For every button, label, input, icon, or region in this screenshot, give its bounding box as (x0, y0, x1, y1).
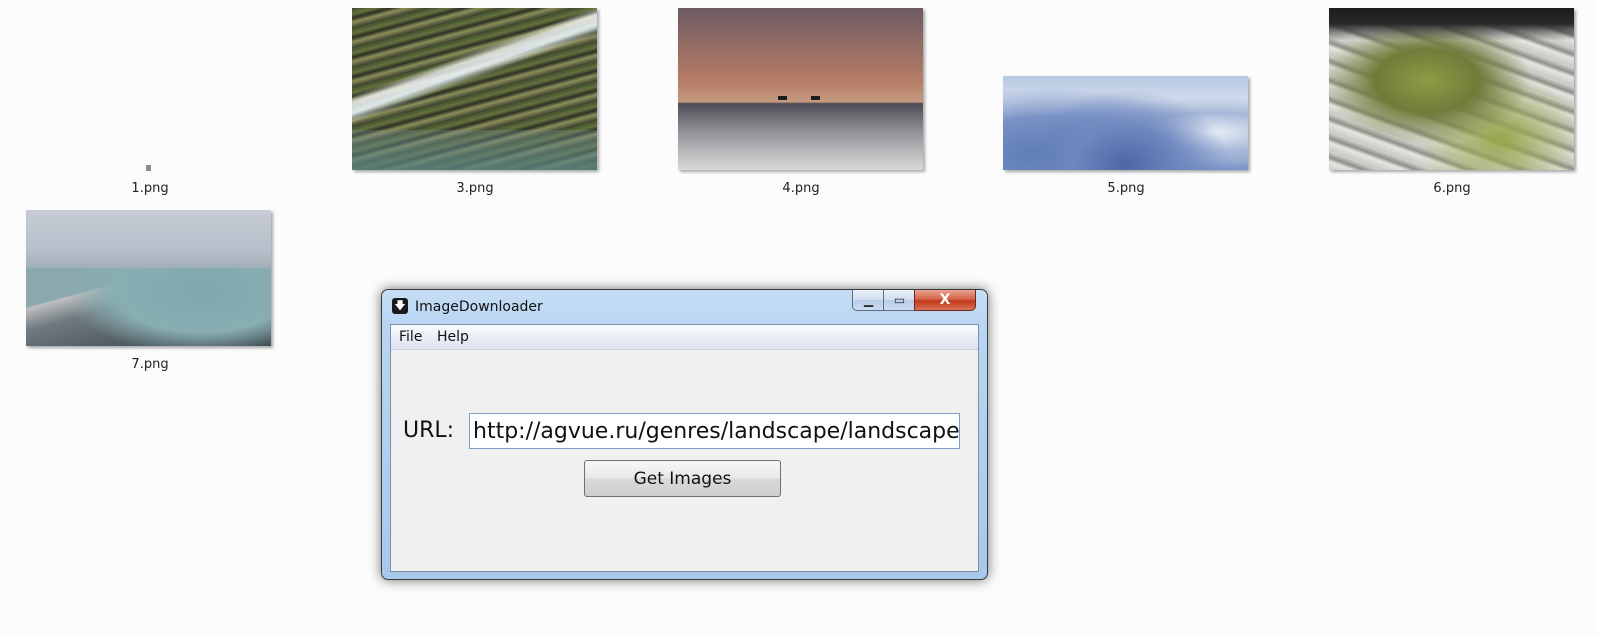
file-label-6[interactable]: 6.png (1372, 181, 1532, 196)
file-label-4[interactable]: 4.png (721, 181, 881, 196)
desktop: 1.png 3.png 4.png 5.png 6.png 7.png 🡇 Im… (0, 0, 1598, 636)
maximize-button[interactable]: ▭ (883, 290, 916, 311)
file-label-7[interactable]: 7.png (70, 357, 230, 372)
image-thumbnail-4[interactable] (678, 8, 923, 170)
get-images-button[interactable]: Get Images (584, 460, 781, 497)
title-bar[interactable]: 🡇 ImageDownloader ▁ ▭ X (382, 290, 987, 323)
menu-file[interactable]: File (399, 329, 422, 345)
file-label-5[interactable]: 5.png (1046, 181, 1206, 196)
download-arrow-icon: 🡇 (392, 298, 408, 314)
minimize-button[interactable]: ▁ (852, 290, 885, 311)
image-thumbnail-1[interactable] (146, 165, 151, 171)
file-label-1[interactable]: 1.png (70, 181, 230, 196)
window-client-area: File Help URL: Get Images (390, 324, 979, 572)
image-downloader-window: 🡇 ImageDownloader ▁ ▭ X File Help URL: G… (381, 289, 988, 580)
image-thumbnail-6[interactable] (1329, 8, 1574, 170)
window-title: ImageDownloader (415, 299, 543, 315)
menu-help[interactable]: Help (437, 329, 469, 345)
image-thumbnail-3[interactable] (352, 8, 597, 170)
file-label-3[interactable]: 3.png (395, 181, 555, 196)
url-label: URL: (403, 418, 455, 443)
menu-bar: File Help (391, 325, 978, 350)
url-input[interactable] (469, 413, 960, 449)
image-thumbnail-5[interactable] (1003, 76, 1248, 170)
image-thumbnail-7[interactable] (26, 210, 271, 346)
close-button[interactable]: X (914, 290, 976, 311)
